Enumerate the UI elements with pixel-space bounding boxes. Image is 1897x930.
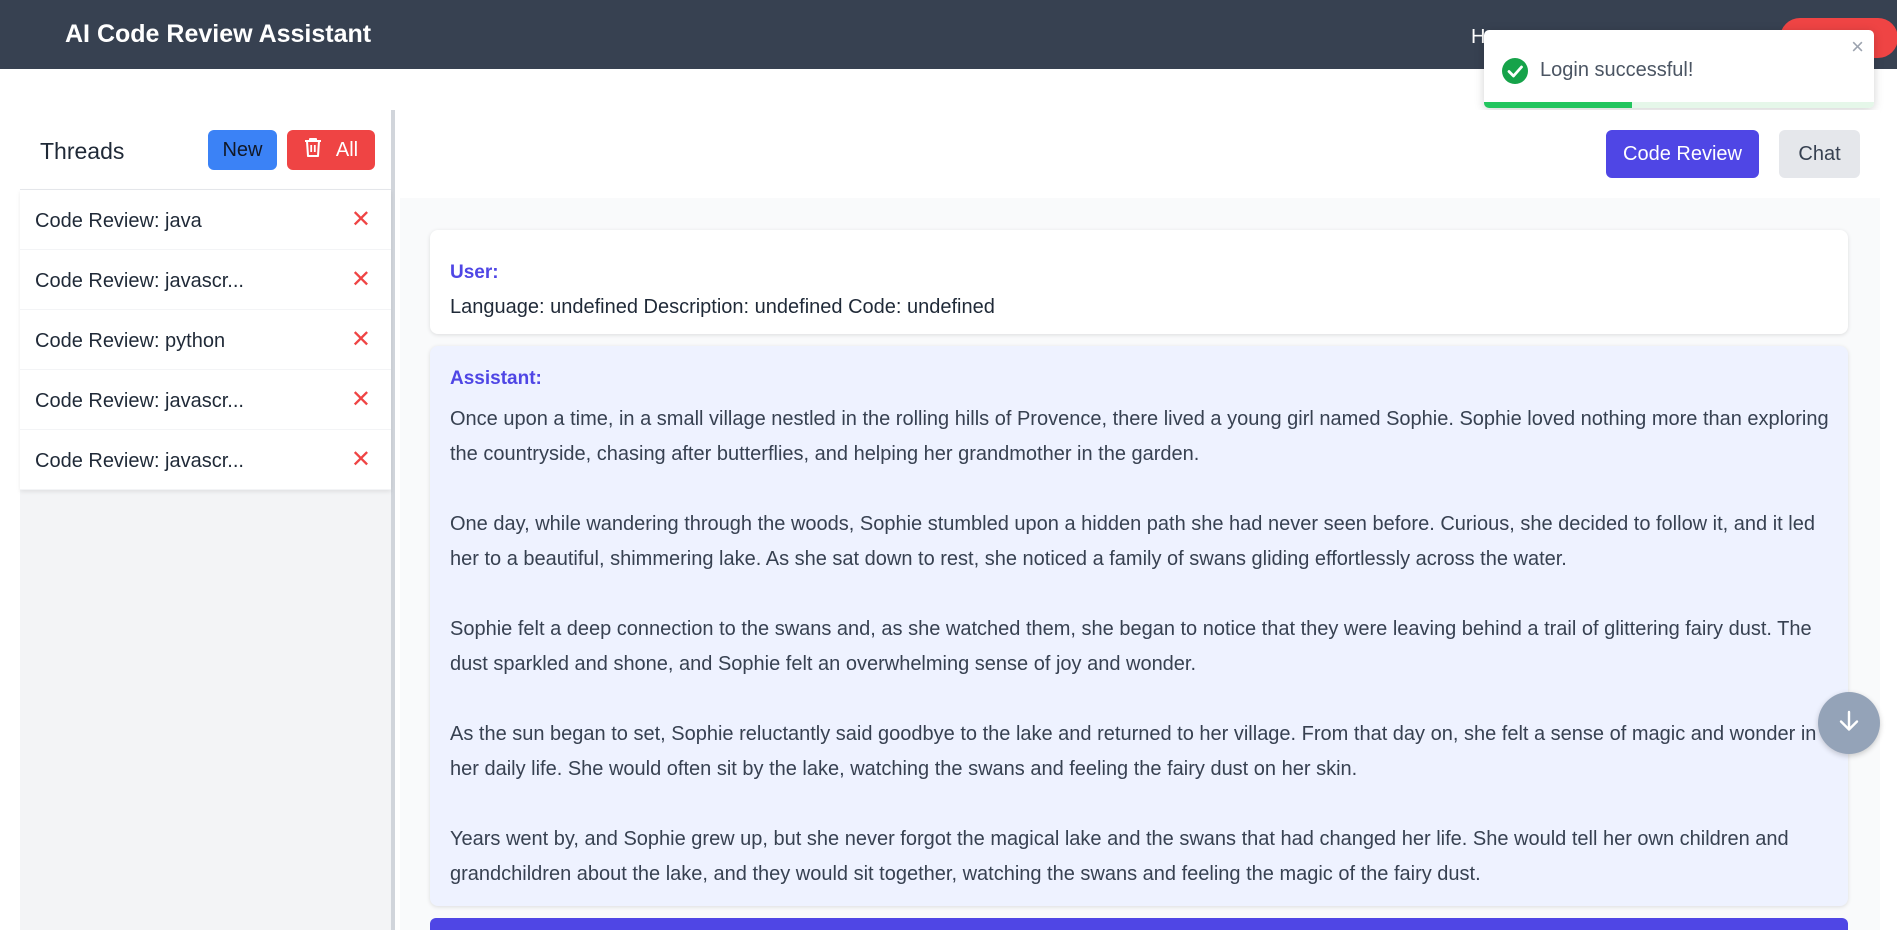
sidebar-header: Threads New All xyxy=(20,110,391,190)
main-panel: Code Review Chat User: Language: undefin… xyxy=(400,110,1880,930)
user-message: User: Language: undefined Description: u… xyxy=(430,230,1848,334)
new-thread-button[interactable]: New xyxy=(208,130,277,170)
x-icon[interactable]: ✕ xyxy=(351,448,371,472)
app-title: AI Code Review Assistant xyxy=(65,20,372,48)
next-message-edge xyxy=(430,918,1848,930)
threads-title: Threads xyxy=(40,138,125,164)
thread-label: Code Review: javascr... xyxy=(35,450,244,472)
story-paragraph: One day, while wandering through the woo… xyxy=(450,513,1815,570)
toast-progress-bar xyxy=(1484,102,1633,108)
toast-progress-track xyxy=(1484,102,1874,108)
login-toast: Login successful! × xyxy=(1484,30,1874,108)
story-paragraph: Once upon a time, in a small village nes… xyxy=(450,408,1829,465)
chat-area[interactable]: User: Language: undefined Description: u… xyxy=(400,198,1880,930)
story-paragraph: As the sun began to set, Sophie reluctan… xyxy=(450,723,1817,780)
user-message-text: Language: undefined Description: undefin… xyxy=(450,296,995,318)
arrow-down-icon xyxy=(1836,708,1862,739)
scroll-to-bottom-button[interactable] xyxy=(1818,692,1880,754)
user-role-label: User: xyxy=(450,262,499,283)
thread-label: Code Review: java xyxy=(35,210,202,232)
trash-icon xyxy=(304,137,322,163)
thread-label: Code Review: javascr... xyxy=(35,390,244,412)
assistant-message: Assistant: Once upon a time, in a small … xyxy=(430,346,1848,906)
check-circle-icon xyxy=(1502,58,1528,84)
story-paragraph: Years went by, and Sophie grew up, but s… xyxy=(450,828,1789,885)
thread-list: Code Review: java ✕ Code Review: javascr… xyxy=(20,190,391,490)
threads-sidebar: Threads New All Code Review: java ✕ Code… xyxy=(20,110,395,930)
toast-close-button[interactable]: × xyxy=(1851,36,1864,58)
x-icon[interactable]: ✕ xyxy=(351,388,371,412)
tab-code-review[interactable]: Code Review xyxy=(1606,130,1759,178)
thread-label: Code Review: javascr... xyxy=(35,270,244,292)
thread-item[interactable]: Code Review: python ✕ xyxy=(20,310,391,370)
x-icon[interactable]: ✕ xyxy=(351,208,371,232)
thread-item[interactable]: Code Review: javascr... ✕ xyxy=(20,430,391,490)
delete-all-label: All xyxy=(335,138,359,161)
thread-item[interactable]: Code Review: javascr... ✕ xyxy=(20,250,391,310)
thread-item[interactable]: Code Review: java ✕ xyxy=(20,190,391,250)
thread-label: Code Review: python xyxy=(35,330,226,352)
story-paragraph: Sophie felt a deep connection to the swa… xyxy=(450,618,1812,675)
tab-chat[interactable]: Chat xyxy=(1779,130,1860,178)
assistant-role-label: Assistant: xyxy=(450,368,542,389)
x-icon[interactable]: ✕ xyxy=(351,268,371,292)
toast-message: Login successful! xyxy=(1540,59,1694,81)
x-icon[interactable]: ✕ xyxy=(351,328,371,352)
delete-all-button[interactable]: All xyxy=(287,130,375,170)
mode-tabs: Code Review Chat xyxy=(400,110,1880,198)
thread-item[interactable]: Code Review: javascr... ✕ xyxy=(20,370,391,430)
assistant-message-text: Once upon a time, in a small village nes… xyxy=(450,402,1830,927)
